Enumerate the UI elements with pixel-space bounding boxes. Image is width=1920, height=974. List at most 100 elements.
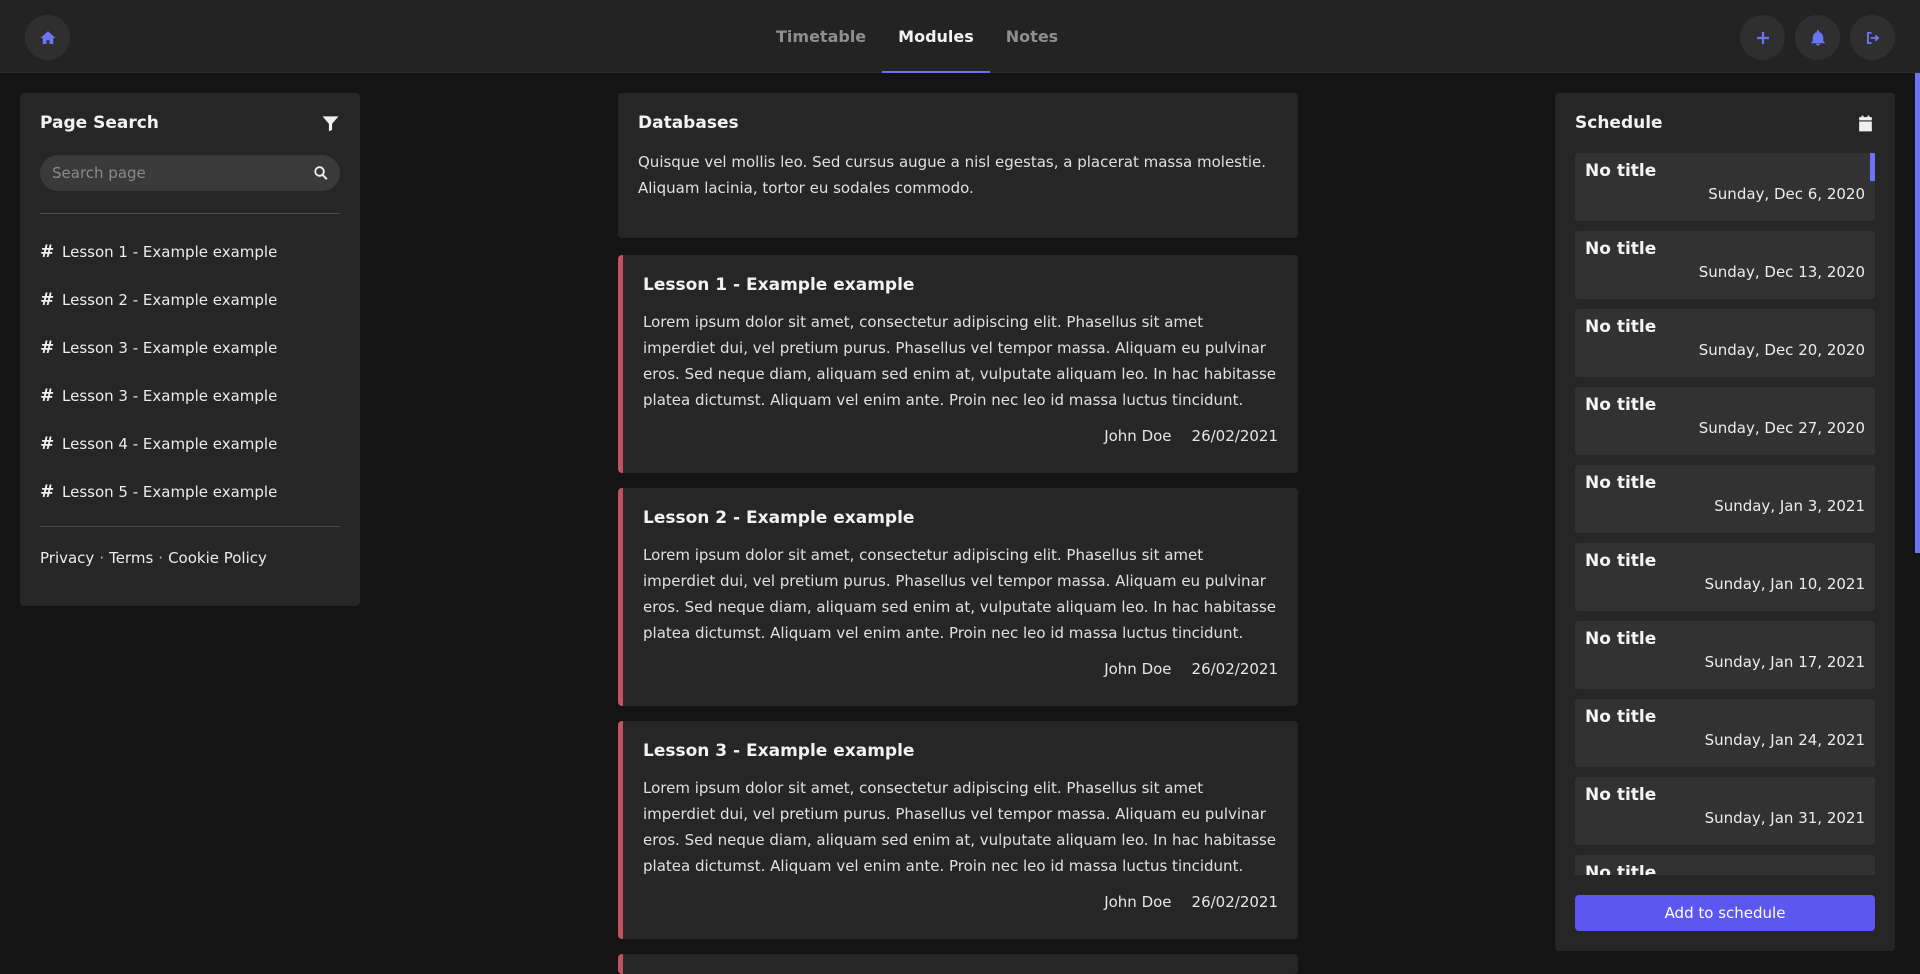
schedule-item-date: Sunday, Dec 27, 2020 — [1698, 419, 1865, 437]
lesson-author: John Doe — [1104, 427, 1172, 445]
notifications-button[interactable] — [1795, 15, 1840, 60]
lesson-link[interactable]: # Lesson 3 - Example example — [40, 372, 340, 420]
lesson-link-label: Lesson 3 - Example example — [62, 339, 278, 357]
lesson-card-partial[interactable] — [618, 954, 1298, 974]
schedule-item-date: Sunday, Jan 3, 2021 — [1714, 497, 1865, 515]
lesson-link-label: Lesson 3 - Example example — [62, 387, 278, 405]
privacy-link[interactable]: Privacy — [40, 549, 94, 567]
schedule-scrollbar[interactable] — [1870, 153, 1875, 181]
search-input[interactable] — [40, 155, 340, 191]
schedule-item-title: No title — [1585, 473, 1657, 493]
lesson-link[interactable]: # Lesson 1 - Example example — [40, 228, 340, 276]
lesson-date: 26/02/2021 — [1191, 660, 1278, 678]
home-button[interactable] — [25, 15, 70, 60]
lesson-meta: John Doe 26/02/2021 — [643, 660, 1278, 678]
tab-modules[interactable]: Modules — [882, 0, 990, 73]
lesson-body: Lorem ipsum dolor sit amet, consectetur … — [643, 546, 1277, 642]
lesson-card[interactable]: Lesson 1 - Example example Lorem ipsum d… — [618, 255, 1298, 473]
bell-icon — [1810, 29, 1825, 45]
lesson-date: 26/02/2021 — [1191, 427, 1278, 445]
schedule-list[interactable]: No title Sunday, Dec 6, 2020 No title Su… — [1575, 153, 1875, 875]
lesson-meta: John Doe 26/02/2021 — [643, 427, 1278, 445]
schedule-item[interactable]: No title Sunday, Dec 6, 2020 — [1575, 153, 1875, 221]
divider — [40, 526, 340, 527]
schedule-item-date: Sunday, Jan 10, 2021 — [1704, 575, 1865, 593]
schedule-item[interactable]: No title Sunday, Jan 31, 2021 — [1575, 777, 1875, 845]
lesson-link[interactable]: # Lesson 3 - Example example — [40, 324, 340, 372]
lesson-body: Lorem ipsum dolor sit amet, consectetur … — [643, 779, 1277, 875]
lesson-title: Lesson 2 - Example example — [643, 508, 915, 528]
schedule-item-date: Sunday, Jan 24, 2021 — [1704, 731, 1865, 749]
logout-button[interactable] — [1850, 15, 1895, 60]
schedule-item[interactable]: No title Sunday, Jan 3, 2021 — [1575, 465, 1875, 533]
lesson-meta: John Doe 26/02/2021 — [643, 893, 1278, 911]
module-card: Databases Quisque vel mollis leo. Sed cu… — [618, 93, 1298, 238]
hash-icon: # — [40, 434, 55, 454]
schedule-item-title: No title — [1585, 551, 1657, 571]
schedule-item-title: No title — [1585, 161, 1657, 181]
schedule-item-title: No title — [1585, 239, 1657, 259]
lesson-body: Lorem ipsum dolor sit amet, consectetur … — [643, 313, 1277, 409]
schedule-item-date: Sunday, Dec 6, 2020 — [1708, 185, 1865, 203]
lesson-card[interactable]: Lesson 2 - Example example Lorem ipsum d… — [618, 488, 1298, 706]
page-search-title: Page Search — [40, 113, 159, 133]
hash-icon: # — [40, 338, 55, 358]
cookie-policy-link[interactable]: Cookie Policy — [168, 549, 267, 567]
schedule-item-title: No title — [1585, 395, 1657, 415]
schedule-item-title: No title — [1585, 785, 1657, 805]
calendar-icon[interactable] — [1856, 114, 1875, 133]
schedule-item-date: Sunday, Dec 20, 2020 — [1698, 341, 1865, 359]
lesson-date: 26/02/2021 — [1191, 893, 1278, 911]
schedule-item-title: No title — [1585, 629, 1657, 649]
home-icon — [40, 30, 55, 44]
lesson-link-label: Lesson 2 - Example example — [62, 291, 278, 309]
schedule-item-title: No title — [1585, 863, 1657, 875]
lesson-link-label: Lesson 4 - Example example — [62, 435, 278, 453]
add-to-schedule-button[interactable]: Add to schedule — [1575, 895, 1875, 931]
schedule-item[interactable]: No title — [1575, 855, 1875, 875]
module-title: Databases — [638, 113, 739, 133]
hash-icon: # — [40, 386, 55, 406]
search-icon[interactable] — [312, 164, 330, 182]
schedule-item-date: Sunday, Dec 13, 2020 — [1698, 263, 1865, 281]
plus-icon — [1756, 31, 1769, 44]
schedule-item[interactable]: No title Sunday, Dec 13, 2020 — [1575, 231, 1875, 299]
schedule-item-date: Sunday, Jan 31, 2021 — [1704, 809, 1865, 827]
add-button[interactable] — [1740, 15, 1785, 60]
schedule-item-date: Sunday, Jan 17, 2021 — [1704, 653, 1865, 671]
tab-notes[interactable]: Notes — [990, 0, 1074, 73]
logout-icon — [1866, 31, 1879, 44]
schedule-item[interactable]: No title Sunday, Jan 17, 2021 — [1575, 621, 1875, 689]
lesson-link-label: Lesson 5 - Example example — [62, 483, 278, 501]
search-box — [40, 155, 340, 191]
schedule-item[interactable]: No title Sunday, Dec 27, 2020 — [1575, 387, 1875, 455]
terms-link[interactable]: Terms — [109, 549, 153, 567]
page-search-panel: Page Search # Lesson 1 - Example example… — [20, 93, 360, 606]
schedule-item-title: No title — [1585, 317, 1657, 337]
schedule-panel: Schedule No title Sunday, Dec 6, 2020 No… — [1555, 93, 1895, 951]
hash-icon: # — [40, 242, 55, 262]
schedule-item[interactable]: No title Sunday, Jan 10, 2021 — [1575, 543, 1875, 611]
lesson-author: John Doe — [1104, 893, 1172, 911]
lesson-author: John Doe — [1104, 660, 1172, 678]
module-description: Quisque vel mollis leo. Sed cursus augue… — [638, 153, 1267, 197]
schedule-item[interactable]: No title Sunday, Jan 24, 2021 — [1575, 699, 1875, 767]
page-scrollbar[interactable] — [1915, 73, 1920, 553]
lesson-link[interactable]: # Lesson 2 - Example example — [40, 276, 340, 324]
schedule-header: Schedule — [1575, 113, 1875, 133]
footer-separator: · — [99, 549, 105, 567]
footer-separator: · — [158, 549, 164, 567]
lesson-title: Lesson 3 - Example example — [643, 741, 915, 761]
tab-timetable[interactable]: Timetable — [760, 0, 882, 73]
footer-links: Privacy · Terms · Cookie Policy — [40, 549, 340, 567]
nav-tabs: Timetable Modules Notes — [760, 0, 1074, 73]
filter-icon[interactable] — [321, 114, 340, 133]
hash-icon: # — [40, 290, 55, 310]
lesson-title: Lesson 1 - Example example — [643, 275, 915, 295]
lesson-link[interactable]: # Lesson 4 - Example example — [40, 420, 340, 468]
lesson-card[interactable]: Lesson 3 - Example example Lorem ipsum d… — [618, 721, 1298, 939]
schedule-item[interactable]: No title Sunday, Dec 20, 2020 — [1575, 309, 1875, 377]
lesson-link-label: Lesson 1 - Example example — [62, 243, 278, 261]
top-navbar: Timetable Modules Notes — [0, 0, 1920, 73]
lesson-link[interactable]: # Lesson 5 - Example example — [40, 468, 340, 516]
